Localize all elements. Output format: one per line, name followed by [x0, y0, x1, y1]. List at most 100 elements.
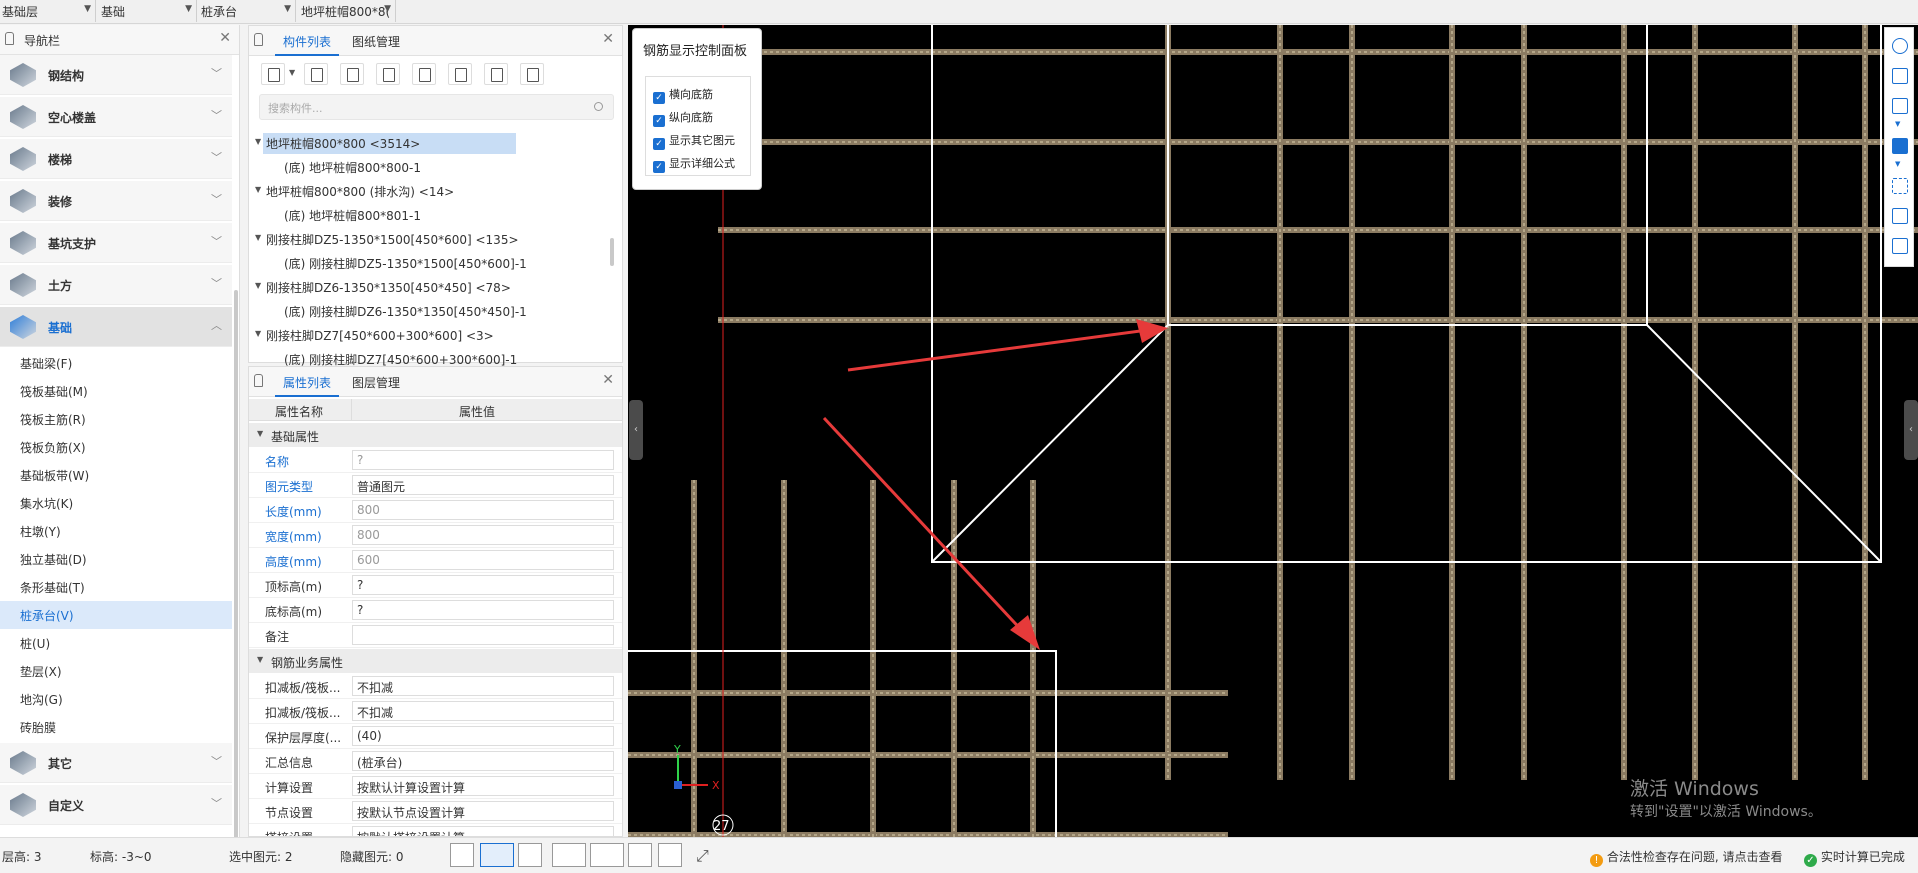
- nav-category-3[interactable]: 装修 ﹀: [0, 181, 232, 221]
- property-value-field[interactable]: 按默认节点设置计算: [352, 801, 614, 821]
- tree-item[interactable]: 地坪桩帽800*800 <3514>: [263, 133, 516, 154]
- close-icon[interactable]: ✕: [602, 31, 614, 47]
- property-value-field[interactable]: ?: [352, 450, 614, 470]
- property-value-field[interactable]: ?: [352, 600, 614, 620]
- cross-snap-button[interactable]: [518, 843, 542, 867]
- search-icon[interactable]: [594, 102, 603, 111]
- ortho-snap-button[interactable]: [450, 843, 474, 867]
- arc-button[interactable]: [658, 843, 682, 867]
- expand-arrow-icon[interactable]: ▼: [255, 137, 261, 146]
- expand-icon[interactable]: ⤢: [696, 846, 709, 866]
- nav-scrollbar[interactable]: [234, 290, 238, 840]
- nav-item[interactable]: 砖胎膜: [0, 713, 232, 741]
- nav-category-4[interactable]: 基坑支护 ﹀: [0, 223, 232, 263]
- nav-item[interactable]: 地沟(G): [0, 685, 232, 713]
- offset-button[interactable]: [590, 843, 624, 867]
- nav-item[interactable]: 桩承台(V): [0, 601, 232, 629]
- property-value-field[interactable]: 600: [352, 550, 614, 570]
- property-value-field[interactable]: (桩承台): [352, 751, 614, 771]
- rebar-checkbox[interactable]: ✓ 纵向底筋: [653, 109, 713, 127]
- new-component-icon[interactable]: [261, 63, 285, 85]
- tree-item[interactable]: (底) 刚接柱脚DZ6-1350*1350[450*450]-1: [281, 301, 530, 322]
- tree-item[interactable]: 刚接柱脚DZ7[450*600+300*600] <3>: [263, 325, 497, 346]
- nav-item[interactable]: 基础板带(W): [0, 461, 232, 489]
- tab-component-list[interactable]: 构件列表: [274, 33, 340, 56]
- tab-drawing-management[interactable]: 图纸管理: [352, 33, 400, 50]
- display-button[interactable]: [628, 843, 652, 867]
- nav-category-5[interactable]: 土方 ﹀: [0, 265, 232, 305]
- close-icon[interactable]: ✕: [219, 30, 231, 46]
- validation-warning[interactable]: ! 合法性检查存在问题, 请点击查看: [1590, 848, 1782, 867]
- drawing-canvas[interactable]: Y X 27: [628, 25, 1918, 837]
- property-value-field[interactable]: 不扣减: [352, 676, 614, 696]
- property-value-field[interactable]: [352, 625, 614, 645]
- nav-item[interactable]: 筏板主筋(R): [0, 405, 232, 433]
- nav-item[interactable]: 基础梁(F): [0, 349, 232, 377]
- nav-category-bottom-0[interactable]: 其它 ﹀: [0, 743, 232, 783]
- tree-item[interactable]: (底) 刚接柱脚DZ5-1350*1500[450*600]-1: [281, 253, 530, 274]
- rotate-view-icon[interactable]: [1892, 38, 1908, 54]
- close-icon[interactable]: ✕: [602, 372, 614, 388]
- nav-item[interactable]: 筏板负筋(X): [0, 433, 232, 461]
- pin-icon[interactable]: [5, 32, 14, 45]
- chevron-down-icon[interactable]: ▼: [289, 68, 295, 77]
- rebar-drawing[interactable]: Y X 27: [628, 25, 1918, 837]
- tab-property-list[interactable]: 属性列表: [274, 374, 340, 397]
- property-value-field[interactable]: 800: [352, 500, 614, 520]
- nav-item[interactable]: 柱墩(Y): [0, 517, 232, 545]
- nav-item[interactable]: 集水坑(K): [0, 489, 232, 517]
- delete-icon[interactable]: [340, 63, 364, 85]
- collapse-left-button[interactable]: ‹: [629, 400, 643, 460]
- property-value-field[interactable]: 普通图元: [352, 475, 614, 495]
- tree-item[interactable]: 刚接柱脚DZ5-1350*1500[450*600] <135>: [263, 229, 522, 250]
- rebar-checkbox[interactable]: ✓ 横向底筋: [653, 86, 713, 104]
- properties-icon[interactable]: [520, 63, 544, 85]
- list-icon[interactable]: [484, 63, 508, 85]
- view-2d-icon[interactable]: [1892, 68, 1908, 84]
- nav-category-2[interactable]: 楼梯 ﹀: [0, 139, 232, 179]
- pin-icon[interactable]: [254, 33, 263, 46]
- search-input[interactable]: 搜索构件...: [259, 94, 614, 120]
- chevron-down-icon[interactable]: ▼: [1895, 160, 1900, 168]
- rebar-checkbox[interactable]: ✓ 显示其它图元: [653, 132, 735, 150]
- category-select[interactable]: 基础 ▼: [99, 0, 197, 22]
- angle-snap-button[interactable]: [552, 843, 586, 867]
- expand-arrow-icon[interactable]: ▼: [255, 281, 261, 290]
- nav-category-0[interactable]: 钢结构 ﹀: [0, 55, 232, 95]
- tree-scrollbar[interactable]: [610, 238, 614, 266]
- expand-arrow-icon[interactable]: ▼: [255, 233, 261, 242]
- property-section[interactable]: ▼ 钢筋业务属性: [249, 649, 622, 673]
- layer-copy-icon[interactable]: [412, 63, 436, 85]
- fullscreen-icon[interactable]: [1892, 178, 1908, 194]
- property-value-field[interactable]: ?: [352, 575, 614, 595]
- type-select[interactable]: 桩承台 ▼: [199, 0, 296, 22]
- property-section[interactable]: ▼ 基础属性: [249, 423, 622, 447]
- pin-icon[interactable]: [254, 374, 263, 387]
- property-value-field[interactable]: 800: [352, 525, 614, 545]
- tree-item[interactable]: (底) 地坪桩帽800*800-1: [281, 157, 424, 178]
- nav-category-6[interactable]: 基础 ︿: [0, 307, 232, 347]
- object-snap-button[interactable]: [480, 843, 514, 867]
- tree-item[interactable]: 刚接柱脚DZ6-1350*1350[450*450] <78>: [263, 277, 514, 298]
- nav-item[interactable]: 垫层(X): [0, 657, 232, 685]
- floor-select[interactable]: 基础层 ▼: [0, 0, 96, 22]
- tree-item[interactable]: (底) 地坪桩帽800*801-1: [281, 205, 424, 226]
- copy-icon[interactable]: [304, 63, 328, 85]
- nav-item[interactable]: 独立基础(D): [0, 545, 232, 573]
- property-value-field[interactable]: 不扣减: [352, 701, 614, 721]
- expand-arrow-icon[interactable]: ▼: [255, 329, 261, 338]
- component-select[interactable]: 地坪桩帽800*8(▼: [299, 0, 396, 22]
- nav-item[interactable]: 条形基础(T): [0, 573, 232, 601]
- layer-view-icon[interactable]: [1892, 208, 1908, 224]
- nav-item[interactable]: 筏板基础(M): [0, 377, 232, 405]
- duplicate-icon[interactable]: [376, 63, 400, 85]
- property-value-field[interactable]: 按默认搭接设置计算: [352, 826, 614, 836]
- nav-item[interactable]: 桩(U): [0, 629, 232, 657]
- collapse-right-button[interactable]: ‹: [1904, 400, 1918, 460]
- cube-view-icon[interactable]: [1892, 138, 1908, 154]
- nav-category-1[interactable]: 空心楼盖 ﹀: [0, 97, 232, 137]
- tree-item[interactable]: 地坪桩帽800*800 (排水沟) <14>: [263, 181, 457, 202]
- display-settings-icon[interactable]: [1892, 238, 1908, 254]
- nav-category-bottom-1[interactable]: 自定义 ﹀: [0, 785, 232, 825]
- chevron-down-icon[interactable]: ▼: [1895, 120, 1900, 128]
